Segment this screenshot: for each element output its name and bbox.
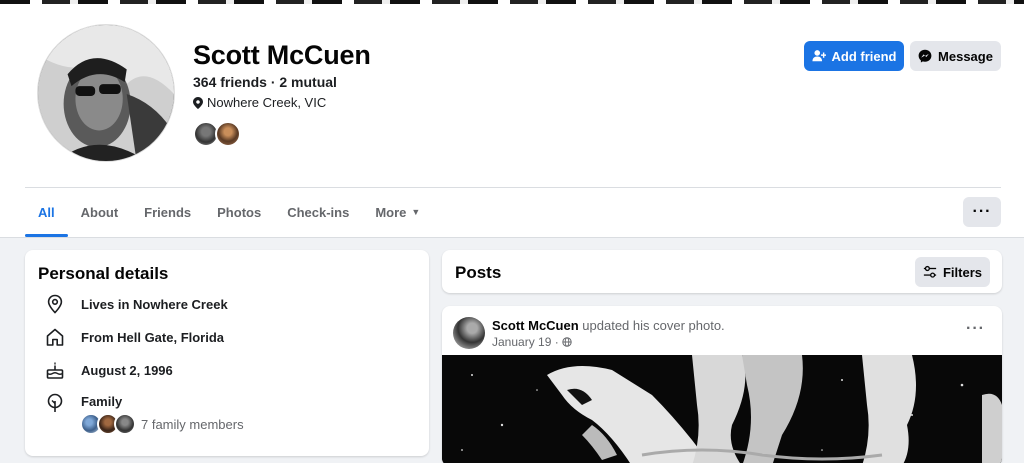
profile-avatar[interactable] <box>37 24 175 162</box>
add-friend-button[interactable]: Add friend <box>804 41 904 71</box>
post-meta: January 19 · <box>492 335 572 349</box>
more-options-button[interactable]: ··· <box>963 197 1001 227</box>
sliders-icon <box>923 265 937 278</box>
filters-button[interactable]: Filters <box>915 257 990 287</box>
birthday-row <box>45 360 65 380</box>
post-author-avatar[interactable] <box>453 317 485 349</box>
tab-friends[interactable]: Friends <box>131 188 204 236</box>
map-pin-icon <box>193 96 203 109</box>
more-dots-icon: ··· <box>972 203 992 220</box>
location-text: Nowhere Creek, VIC <box>207 95 327 110</box>
cake-icon <box>46 362 64 379</box>
globe-icon <box>562 337 572 347</box>
cover-photo-artwork <box>442 355 1002 463</box>
posts-title: Posts <box>455 263 502 282</box>
profile-location: Nowhere Creek, VIC <box>193 95 326 110</box>
family-icon <box>47 393 63 412</box>
post-header-line: Scott McCuen updated his cover photo. <box>492 318 725 333</box>
family-members-link[interactable]: 7 family members <box>80 413 244 435</box>
post-date[interactable]: January 19 · <box>492 335 559 349</box>
messenger-icon <box>918 49 932 63</box>
lives-in-row <box>45 294 65 314</box>
posts-header-card: Posts Filters <box>442 250 1002 293</box>
hometown-row <box>45 327 65 347</box>
family-member-avatar[interactable] <box>114 413 136 435</box>
avatar-photo <box>38 25 174 161</box>
tab-more[interactable]: More ▼ <box>362 188 433 236</box>
family-label: Family <box>81 394 123 409</box>
caret-down-icon: ▼ <box>411 207 421 217</box>
mutual-friends-avatars[interactable] <box>193 121 241 147</box>
family-row <box>45 393 65 413</box>
lives-in-text[interactable]: Lives in Nowhere Creek <box>81 297 228 312</box>
user-plus-icon <box>811 50 826 62</box>
filters-label: Filters <box>942 264 982 280</box>
birthday-text: August 2, 1996 <box>81 363 173 378</box>
post-author-name[interactable]: Scott McCuen <box>492 318 579 333</box>
home-icon <box>46 328 64 346</box>
tab-all[interactable]: All <box>25 188 68 237</box>
add-friend-label: Add friend <box>831 48 897 64</box>
profile-header: Scott McCuen 364 friends · 2 mutual Nowh… <box>0 0 1024 238</box>
personal-details-title: Personal details <box>38 264 169 283</box>
cover-photo-edge <box>0 0 1024 4</box>
tab-photos[interactable]: Photos <box>204 188 274 236</box>
mutual-friend-avatar[interactable] <box>215 121 241 147</box>
message-button[interactable]: Message <box>910 41 1001 71</box>
header-bottom-border <box>0 237 1024 238</box>
profile-tabs: All About Friends Photos Check-ins More … <box>25 188 433 237</box>
message-label: Message <box>938 48 993 64</box>
post-action-text: updated his cover photo. <box>578 318 725 333</box>
hometown-text[interactable]: From Hell Gate, Florida <box>81 330 224 345</box>
post-options-button[interactable]: ··· <box>966 320 985 338</box>
post-card: Scott McCuen updated his cover photo. Ja… <box>442 306 1002 463</box>
personal-details-card: Personal details Lives in Nowhere Creek … <box>25 250 429 456</box>
tab-about[interactable]: About <box>68 188 132 236</box>
profile-name: Scott McCuen <box>193 40 371 70</box>
cover-photo-image[interactable] <box>442 355 1002 463</box>
map-pin-icon <box>47 294 63 314</box>
tab-check-ins[interactable]: Check-ins <box>274 188 362 236</box>
family-members-count[interactable]: 7 family members <box>141 417 244 432</box>
friends-count-link[interactable]: 364 friends · 2 mutual <box>193 74 337 90</box>
